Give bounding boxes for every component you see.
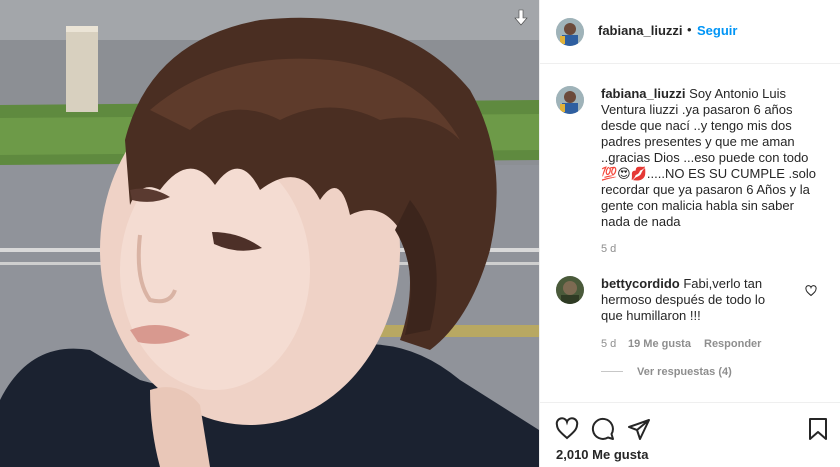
post-side-panel: fabiana_liuzzi • Seguir fabiana_liuzzi S… — [539, 0, 840, 467]
caption-line-3: padres presentes y que me aman — [601, 134, 795, 149]
follow-button[interactable]: Seguir — [697, 23, 737, 38]
post-header: fabiana_liuzzi • Seguir — [540, 0, 840, 64]
post-photo[interactable] — [0, 0, 539, 467]
action-bar: 2,010 Me gusta — [540, 402, 840, 467]
separator-dot: • — [687, 22, 692, 37]
caption-timestamp[interactable]: 5 d — [601, 243, 616, 255]
comment-text-0: Fabi,verlo tan — [683, 276, 763, 291]
post-likes-count[interactable]: 2,010 Me gusta — [556, 447, 649, 462]
caption-line-1: Ventura liuzzi .ya pasaron 6 años — [601, 102, 793, 117]
caption-line-2: desde que nací ..y tengo mis dos — [601, 118, 792, 133]
photo-illustration — [0, 0, 539, 467]
download-icon[interactable] — [511, 8, 531, 28]
comment-line-2: que humillaron !!! — [601, 308, 701, 323]
caption-text-0: Soy Antonio Luis — [689, 86, 787, 101]
caption-line-7: gente con malicia habla sin saber — [601, 198, 794, 213]
comment-avatar[interactable] — [556, 276, 584, 304]
caption-line-4: ..gracias Dios ...eso puede con todo — [601, 150, 809, 165]
header-username[interactable]: fabiana_liuzzi — [598, 23, 683, 38]
comment: bettycordido Fabi,verlo tan hermoso desp… — [601, 276, 821, 324]
heart-icon[interactable] — [555, 417, 579, 441]
comment-line-0: bettycordido Fabi,verlo tan — [601, 276, 821, 292]
caption-avatar[interactable] — [556, 86, 584, 114]
caption: fabiana_liuzzi Soy Antonio Luis Ventura … — [601, 86, 821, 230]
comment-timestamp[interactable]: 5 d — [601, 338, 616, 350]
caption-line-0: fabiana_liuzzi Soy Antonio Luis — [601, 86, 821, 102]
comment-icon[interactable] — [591, 417, 615, 441]
view-replies-button[interactable]: Ver respuestas (4) — [637, 366, 732, 378]
caption-line-5: 💯😍💋.....NO ES SU CUMPLE .solo — [601, 166, 816, 181]
comment-like-heart-icon[interactable] — [805, 284, 817, 297]
caption-line-6: recordar que ya pasaron 6 Años y la — [601, 182, 810, 197]
caption-username[interactable]: fabiana_liuzzi — [601, 86, 686, 101]
reply-button[interactable]: Responder — [704, 338, 761, 350]
avatar[interactable] — [556, 18, 584, 46]
share-icon[interactable] — [627, 417, 651, 441]
comment-likes[interactable]: 19 Me gusta — [628, 338, 691, 350]
comment-line-1: hermoso después de todo lo — [601, 292, 766, 307]
caption-line-8: nada de nada — [601, 214, 681, 229]
comment-username[interactable]: bettycordido — [601, 276, 680, 291]
replies-divider — [601, 371, 623, 372]
bookmark-icon[interactable] — [806, 417, 830, 441]
